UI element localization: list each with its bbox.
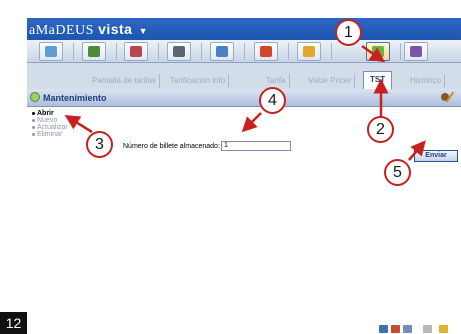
page-number: 12: [0, 312, 27, 334]
callout-1-arrow: [361, 44, 386, 63]
callout-2: 2: [367, 116, 394, 143]
callout-4-arrow: [241, 112, 262, 133]
screenshot-frame: aMaDEUS vista ▼ Pantalla de tarifas Tarif…: [0, 0, 461, 334]
callout-4: 4: [259, 87, 286, 114]
callout-3: 3: [86, 131, 113, 158]
callout-1: 1: [335, 19, 362, 46]
callout-5: 5: [384, 159, 411, 186]
callout-3-arrow: [64, 115, 93, 134]
callout-5-arrow: [408, 140, 426, 161]
